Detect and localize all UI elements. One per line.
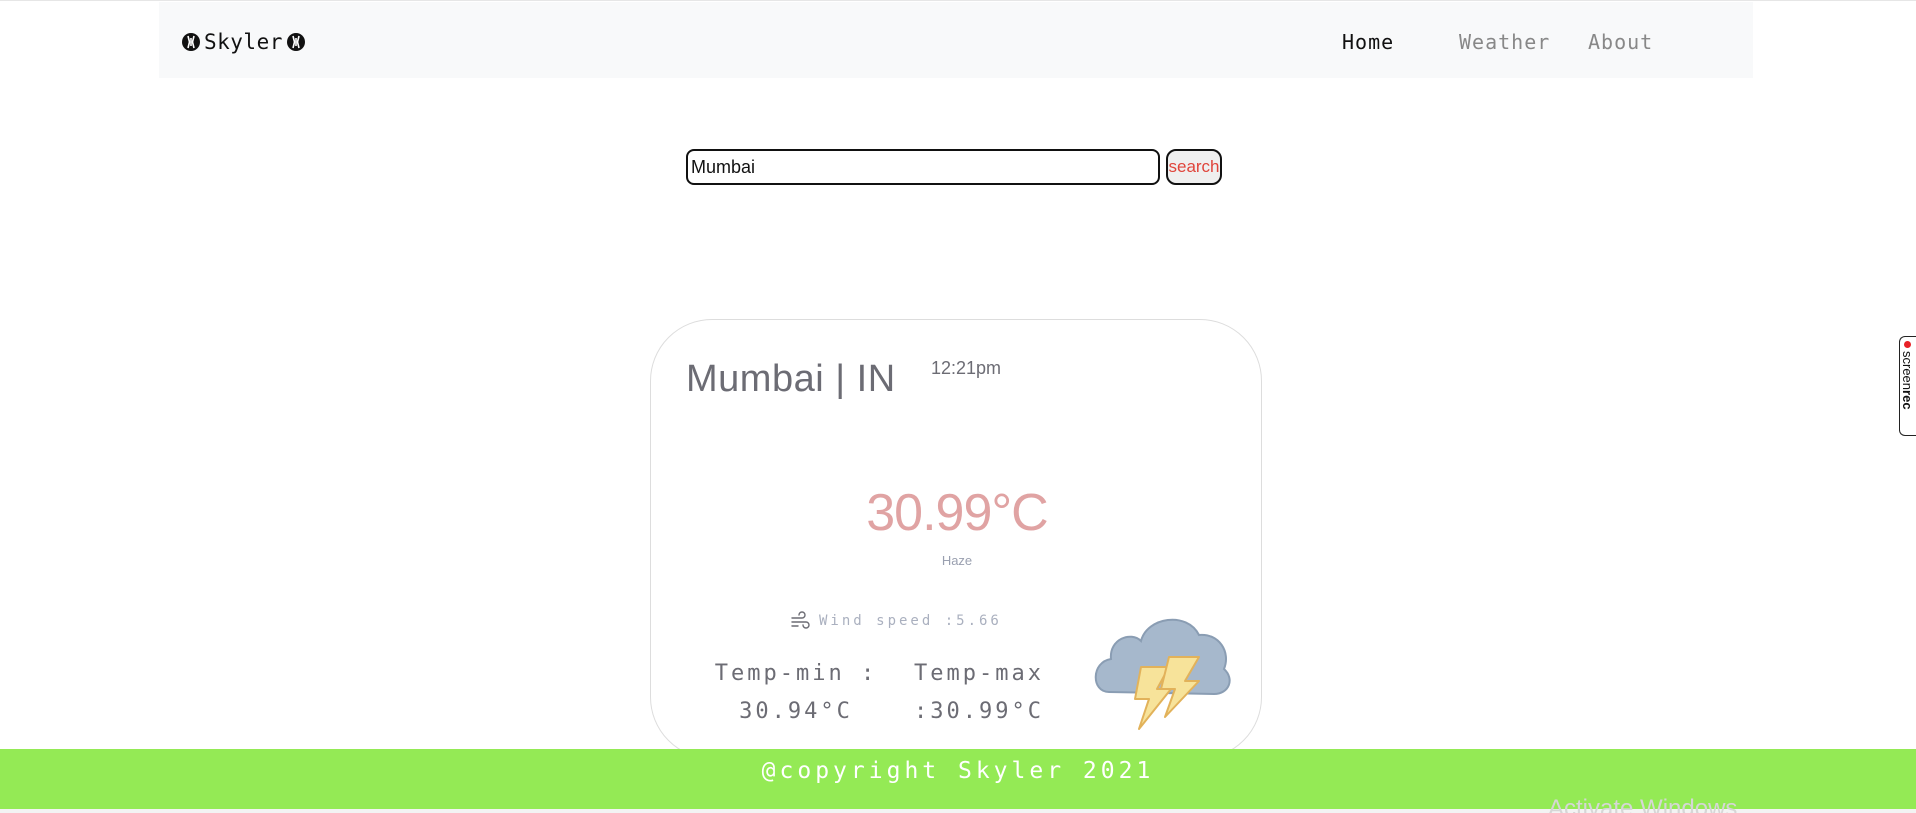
screenrec-label: screenrec xyxy=(1900,351,1915,410)
screenrec-tab[interactable]: screenrec xyxy=(1899,336,1916,436)
record-dot-icon xyxy=(1904,341,1911,348)
weather-condition: Haze xyxy=(941,553,973,568)
emblem-icon xyxy=(182,33,200,51)
local-time: 12:21pm xyxy=(931,358,1002,378)
copyright-text: @copyright Skyler 2021 xyxy=(761,758,1155,784)
temp-max-value: :30.99°C xyxy=(914,699,1044,724)
screenrec-label-prefix: screen xyxy=(1900,351,1915,391)
thunderstorm-cloud-icon xyxy=(1094,618,1231,730)
current-temperature: 30.99°C xyxy=(866,484,1048,542)
screenrec-label-bold: rec xyxy=(1900,390,1915,410)
navbar: Skyler Home Weather About xyxy=(159,2,1753,78)
city-search-input[interactable] xyxy=(686,149,1160,185)
wind-icon xyxy=(791,611,810,629)
location-label: Mumbai | IN xyxy=(686,358,896,400)
top-divider xyxy=(0,0,1916,1)
brand-logo[interactable]: Skyler xyxy=(181,28,306,56)
temp-max: Temp-max :30.99°C xyxy=(904,655,1054,731)
temp-min: Temp-min : 30.94°C xyxy=(706,655,886,731)
page: Skyler Home Weather About search Mumbai … xyxy=(0,0,1916,813)
nav-link-weather[interactable]: Weather xyxy=(1459,26,1569,58)
brand-name: Skyler xyxy=(204,30,283,54)
wind-speed-text: Wind speed :5.66 xyxy=(819,613,1002,629)
search-bar: search xyxy=(686,147,1222,187)
activate-windows-watermark: Activate Windows xyxy=(1548,795,1738,813)
emblem-icon xyxy=(286,33,305,51)
search-button[interactable]: search xyxy=(1166,149,1222,185)
temp-max-label: Temp-max xyxy=(914,661,1044,686)
wind-speed: Wind speed :5.66 xyxy=(789,610,1002,632)
temp-min-value: 30.94°C xyxy=(739,699,853,724)
nav-link-about[interactable]: About xyxy=(1588,26,1688,58)
weather-card: Mumbai | IN 12:21pm 30.99°C Haze Wind sp… xyxy=(650,319,1262,759)
nav-link-home[interactable]: Home xyxy=(1342,26,1442,58)
temp-min-label: Temp-min : xyxy=(714,661,878,686)
